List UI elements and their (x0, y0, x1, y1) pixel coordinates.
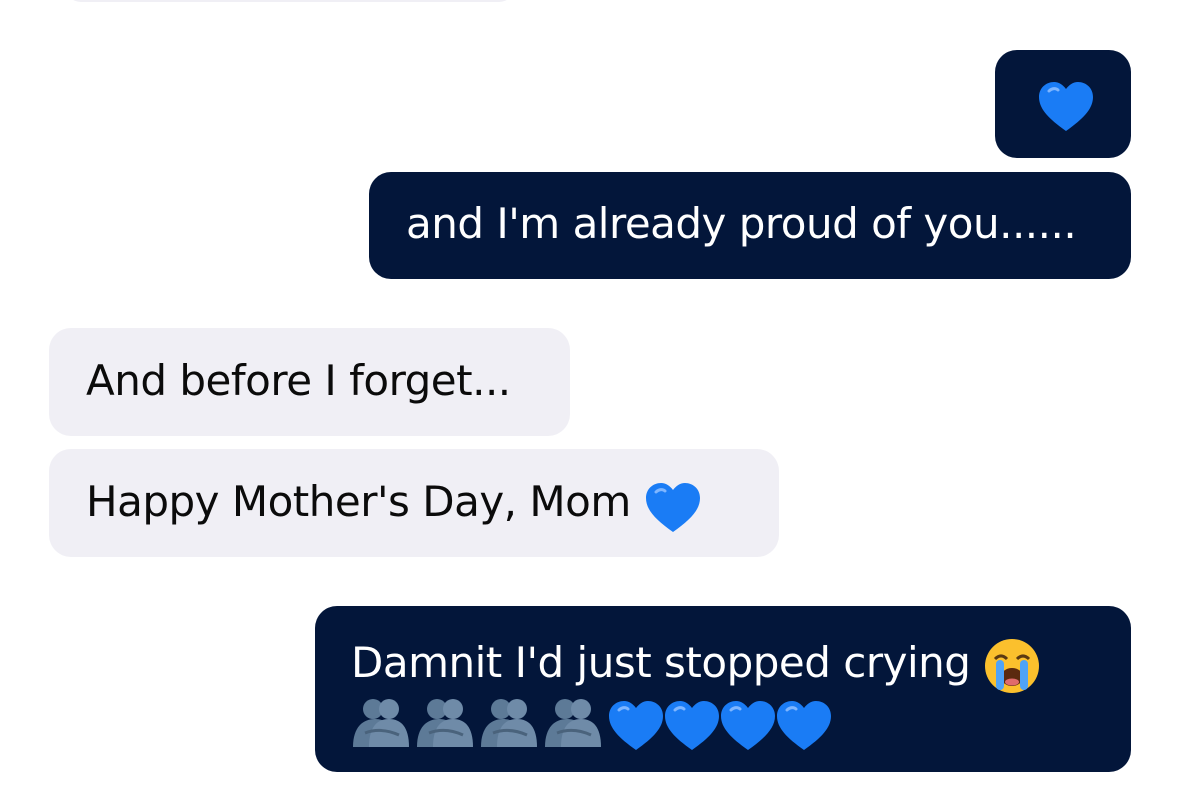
sent-message-heart[interactable] (995, 50, 1131, 158)
message-text: and I'm already proud of you...... (406, 199, 1077, 248)
blue-heart-icon (775, 700, 831, 750)
people-hugging-icon (351, 697, 411, 749)
previous-message-bubble-edge (65, 0, 515, 2)
emoji-row (351, 697, 1131, 750)
blue-heart-icon (607, 700, 663, 750)
sent-message[interactable]: and I'm already proud of you...... (369, 172, 1131, 279)
message-text: And before I forget... (86, 356, 511, 405)
loudly-crying-face-icon (983, 637, 1041, 695)
people-hugging-icon (543, 697, 603, 749)
message-line-1: Damnit I'd just stopped crying (351, 636, 1131, 695)
blue-heart-icon (663, 700, 719, 750)
people-hugging-icon (415, 697, 475, 749)
received-message[interactable]: And before I forget... (49, 328, 570, 436)
received-message[interactable]: Happy Mother's Day, Mom (49, 449, 779, 557)
sent-message[interactable]: Damnit I'd just stopped crying (315, 606, 1131, 772)
blue-heart-icon (644, 482, 700, 532)
message-text: Happy Mother's Day, Mom (86, 477, 631, 526)
message-text: Damnit I'd just stopped crying (351, 638, 971, 687)
people-hugging-icon (479, 697, 539, 749)
blue-heart-icon (1037, 81, 1093, 131)
blue-heart-icon (719, 700, 775, 750)
